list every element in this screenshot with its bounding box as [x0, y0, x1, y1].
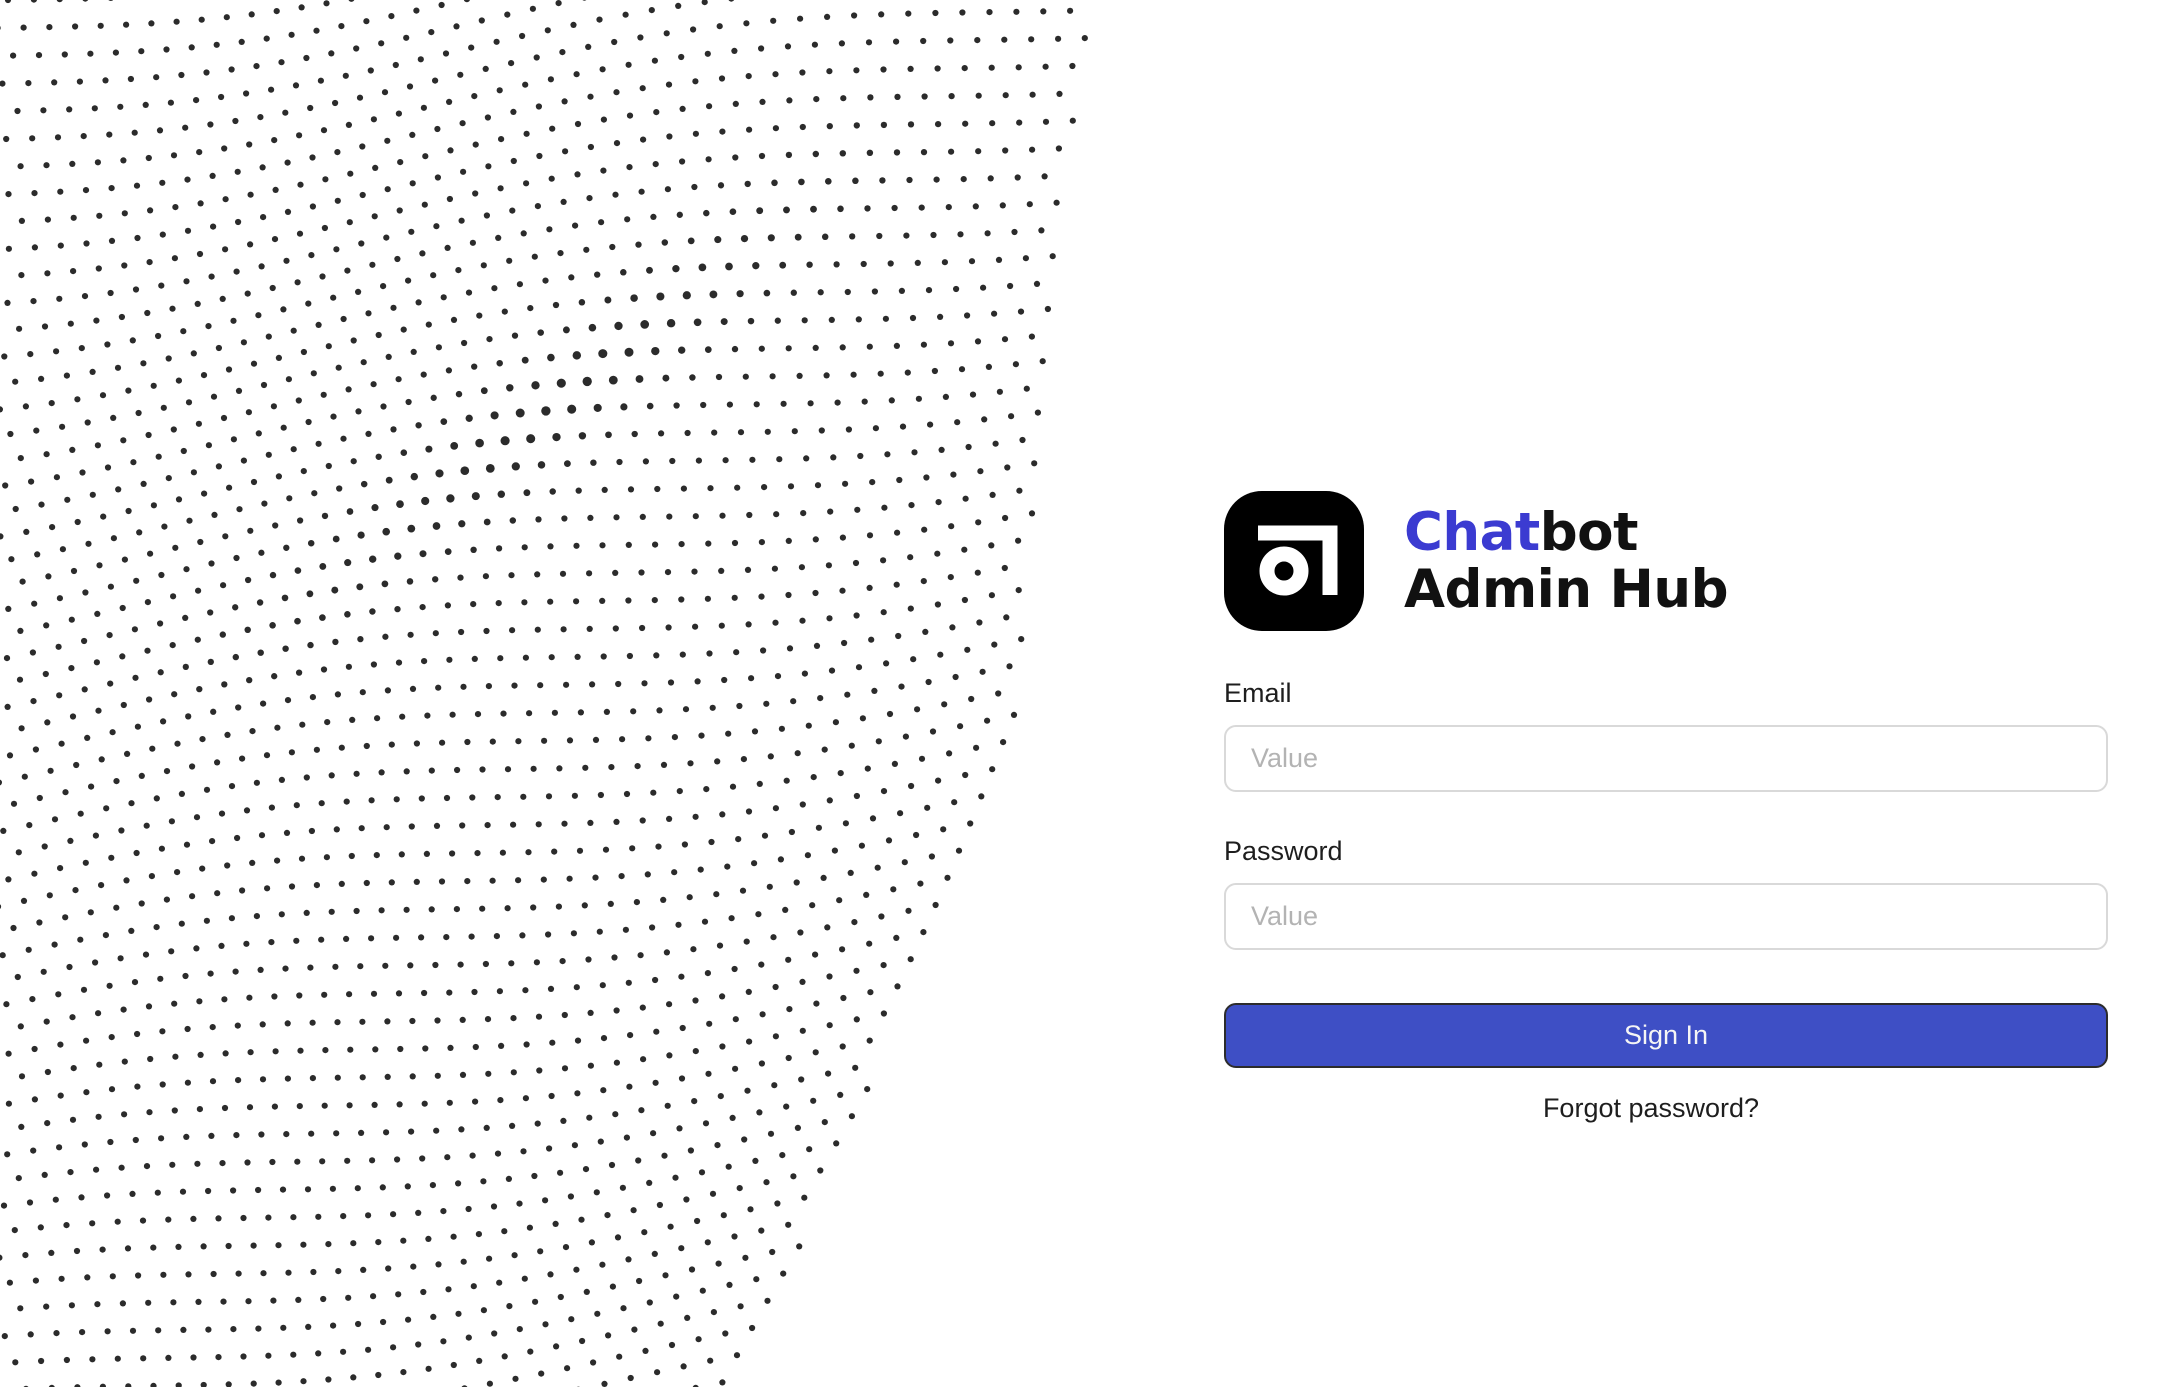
forgot-password-link[interactable]: Forgot password?	[1224, 1093, 2108, 1124]
password-label: Password	[1224, 836, 1343, 866]
email-field[interactable]	[1224, 725, 2108, 792]
login-panel: Chatbot Admin Hub Email Password Sign In…	[1224, 489, 2108, 1124]
brand-header: Chatbot Admin Hub	[1224, 489, 2108, 632]
password-field[interactable]	[1224, 883, 2108, 950]
app-subtitle: Admin Hub	[1404, 558, 1729, 620]
app-name: Chatbot Admin Hub	[1404, 504, 1729, 620]
app-name-rest: bot	[1539, 501, 1639, 563]
sign-in-button[interactable]: Sign In	[1224, 1003, 2108, 1068]
login-page: Chatbot Admin Hub Email Password Sign In…	[0, 0, 2175, 1387]
email-label: Email	[1224, 678, 1292, 708]
app-name-line: Chatbot	[1404, 504, 1728, 561]
decorative-dot-pattern	[0, 0, 1120, 1387]
app-logo-icon	[1224, 490, 1364, 631]
app-name-accent: Chat	[1404, 501, 1540, 563]
